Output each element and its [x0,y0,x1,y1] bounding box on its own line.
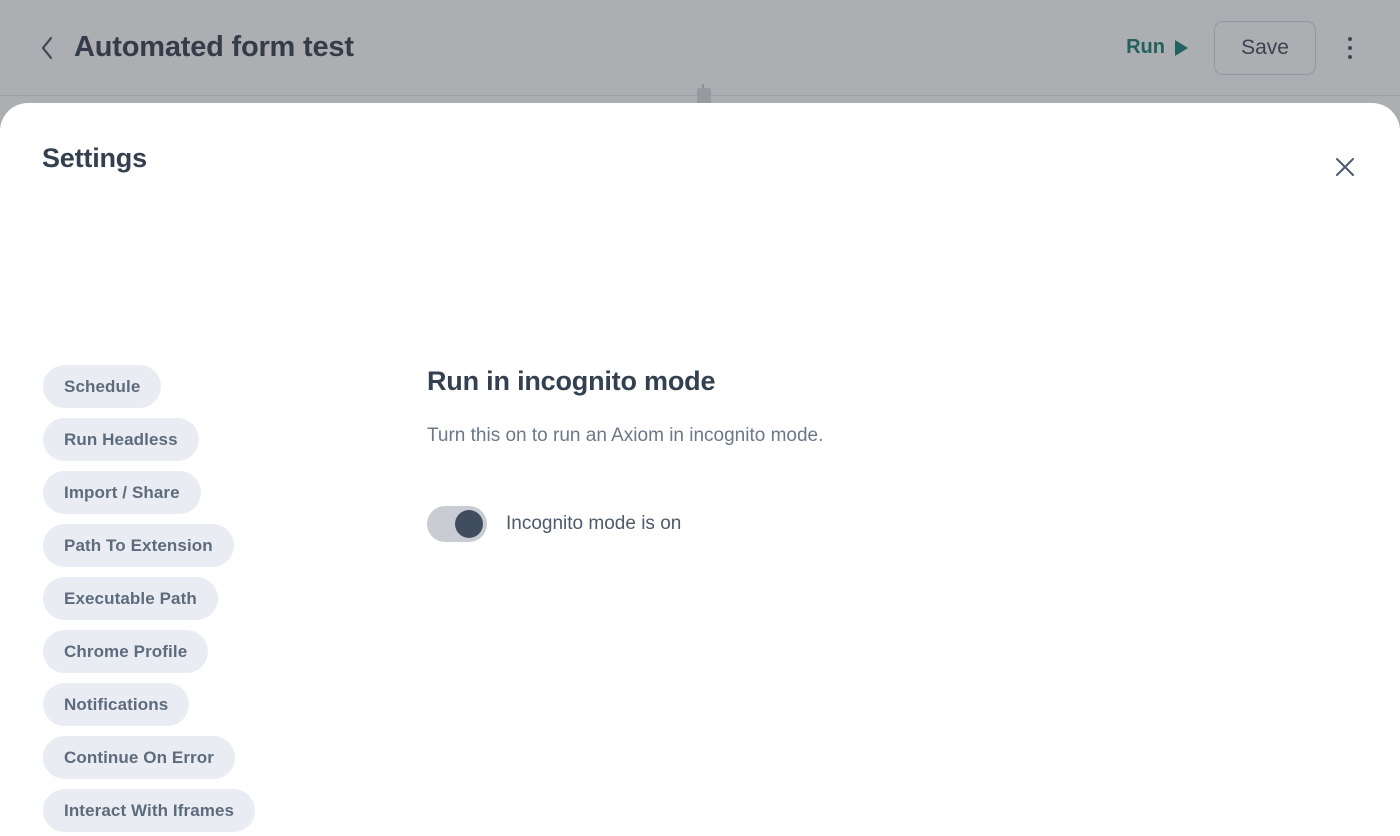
settings-modal: Settings Schedule Run Headless Import / … [0,103,1400,836]
sidebar-item-schedule[interactable]: Schedule [43,365,161,408]
settings-nav: Schedule Run Headless Import / Share Pat… [0,221,384,836]
sidebar-item-notifications[interactable]: Notifications [43,683,189,726]
sidebar-item-run-headless[interactable]: Run Headless [43,418,199,461]
incognito-toggle-label: Incognito mode is on [506,514,681,533]
close-icon [1334,156,1356,178]
incognito-toggle[interactable] [427,506,487,542]
modal-header: Settings [0,103,1400,221]
detail-title: Run in incognito mode [427,368,1340,395]
sidebar-item-interact-with-iframes[interactable]: Interact With Iframes [43,789,255,832]
sidebar-item-continue-on-error[interactable]: Continue On Error [43,736,235,779]
sidebar-item-executable-path[interactable]: Executable Path [43,577,218,620]
sidebar-item-path-to-extension[interactable]: Path To Extension [43,524,234,567]
incognito-toggle-row: Incognito mode is on [427,506,1340,542]
settings-detail-panel: Run in incognito mode Turn this on to ru… [384,221,1400,836]
close-button[interactable] [1328,150,1362,184]
sidebar-item-chrome-profile[interactable]: Chrome Profile [43,630,208,673]
modal-title: Settings [42,145,1400,172]
detail-description: Turn this on to run an Axiom in incognit… [427,423,1340,449]
modal-body: Schedule Run Headless Import / Share Pat… [0,221,1400,836]
toggle-knob [455,510,483,538]
sidebar-item-import-share[interactable]: Import / Share [43,471,201,514]
